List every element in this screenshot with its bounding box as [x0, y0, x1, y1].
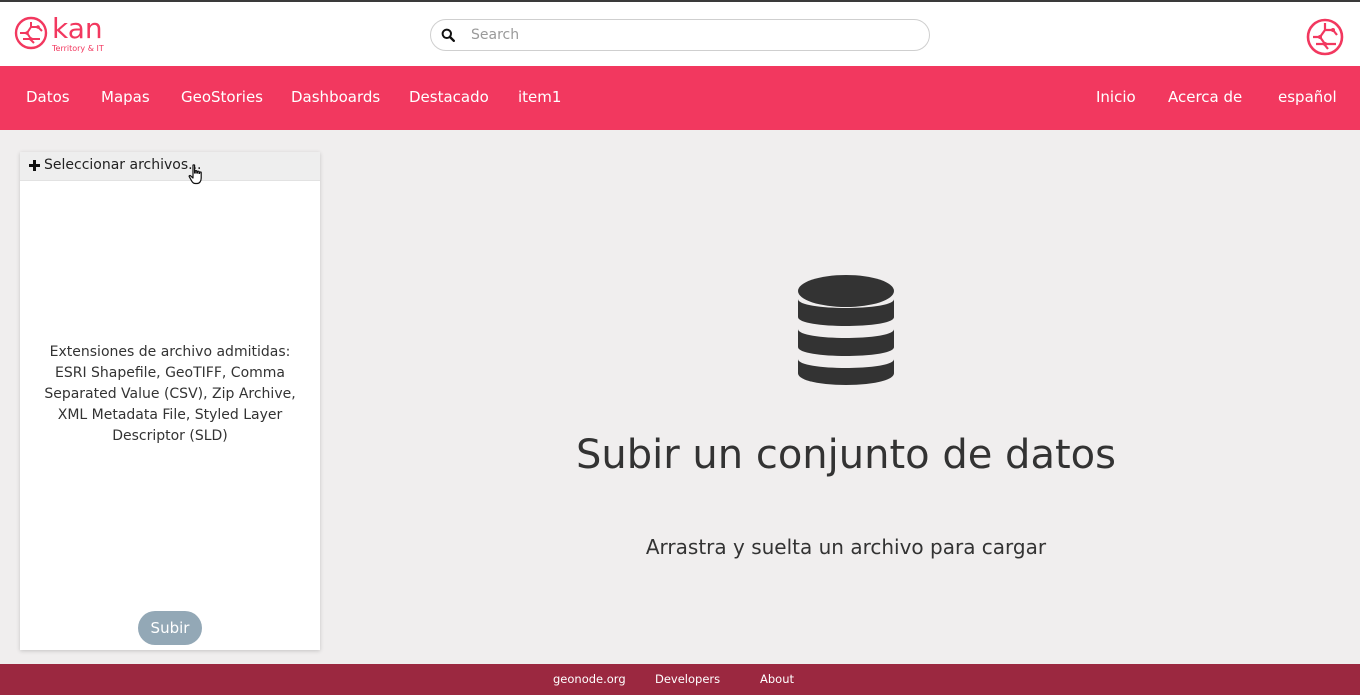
main-nav: Datos Mapas GeoStories Dashboards Destac… — [0, 66, 1360, 130]
select-files-label: Seleccionar archivos... — [44, 157, 202, 173]
brand-logo[interactable]: kan Territory & IT — [14, 12, 114, 56]
logo-wordmark: kan — [52, 12, 103, 45]
footer-link-developers[interactable]: Developers — [655, 672, 720, 686]
language-selector[interactable]: español — [1278, 88, 1337, 108]
nav-item-acerca-de[interactable]: Acerca de — [1168, 88, 1242, 108]
nav-item-mapas[interactable]: Mapas — [101, 88, 150, 108]
search-input[interactable] — [469, 24, 919, 46]
nav-item-inicio[interactable]: Inicio — [1096, 88, 1136, 108]
search-icon[interactable] — [441, 28, 455, 42]
dropzone-title: Subir un conjunto de datos — [576, 432, 1116, 478]
search-box — [430, 19, 930, 51]
footer-link-geonode[interactable]: geonode.org — [553, 672, 626, 686]
logo-mark-icon — [14, 16, 48, 50]
submit-upload-button[interactable]: Subir — [138, 611, 202, 645]
footer: geonode.org Developers About — [0, 664, 1360, 695]
logo-tagline: Territory & IT — [52, 44, 104, 53]
top-header: kan Territory & IT — [0, 0, 1360, 66]
select-files-button[interactable]: Seleccionar archivos... — [20, 152, 320, 185]
nav-item-destacado[interactable]: Destacado — [409, 88, 489, 108]
plus-icon — [29, 160, 40, 171]
footer-link-about[interactable]: About — [760, 672, 794, 686]
dropzone-subtitle: Arrastra y suelta un archivo para cargar — [645, 535, 1047, 559]
nav-item-item1[interactable]: item1 — [518, 88, 561, 108]
supported-extensions-text: Extensiones de archivo admitidas: ESRI S… — [44, 344, 296, 444]
hand-cursor-icon — [188, 164, 202, 185]
nav-item-datos[interactable]: Datos — [26, 88, 70, 108]
database-icon — [798, 275, 894, 385]
upload-panel: Seleccionar archivos... Extensiones de a… — [20, 152, 320, 650]
nav-item-dashboards[interactable]: Dashboards — [291, 88, 380, 108]
nav-item-geostories[interactable]: GeoStories — [181, 88, 263, 108]
user-avatar-icon[interactable] — [1306, 18, 1344, 56]
